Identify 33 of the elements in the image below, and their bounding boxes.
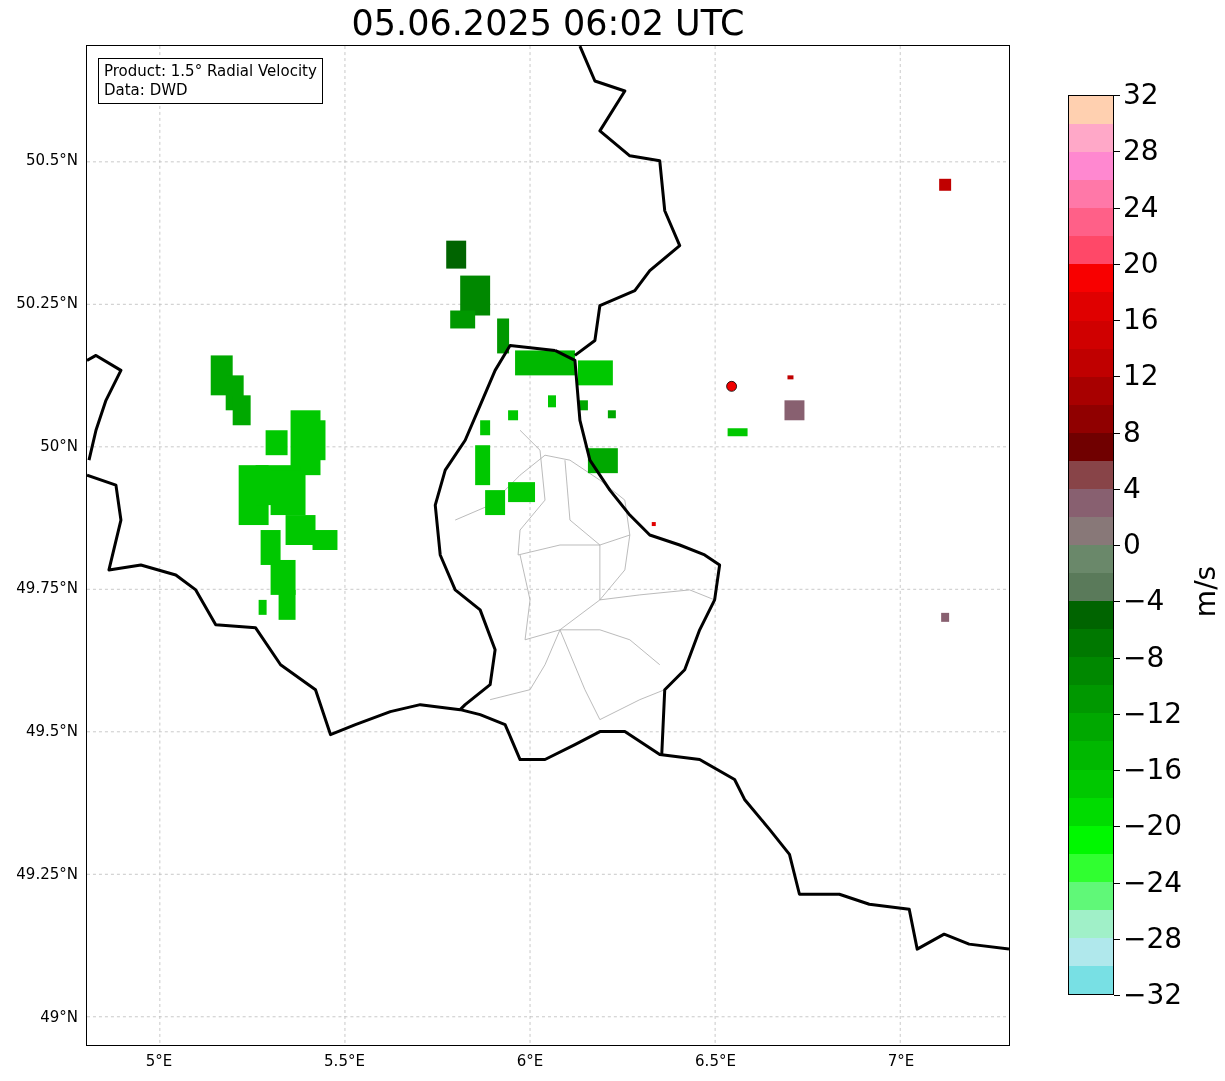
longitude-label: 6.5°E <box>695 1052 736 1070</box>
colorbar-tick-label: −4 <box>1123 584 1165 619</box>
colorbar-tick-label: −28 <box>1123 921 1183 956</box>
latitude-label: 49.75°N <box>16 579 78 598</box>
colorbar-tick-label: −32 <box>1123 978 1183 1012</box>
colorbar-tick-label: −16 <box>1123 753 1183 787</box>
longitude-label: 7°E <box>887 1052 915 1070</box>
colorbar-tick-label: 28 <box>1123 134 1159 169</box>
chart-title: 05.06.2025 06:02 UTC <box>351 2 745 43</box>
colorbar-tick-label: 12 <box>1123 359 1159 394</box>
colorbar-tick-label: −12 <box>1123 696 1183 731</box>
colorbar-tick-label: 0 <box>1123 528 1141 562</box>
colorbar-tick-label: 32 <box>1123 78 1159 112</box>
unit-label: m/s <box>1189 565 1223 618</box>
colorbar-tick-label: −20 <box>1123 809 1183 844</box>
latitude-label: 49.25°N <box>16 865 78 883</box>
colorbar-tick-label: 16 <box>1123 303 1159 337</box>
latitude-label: 49.5°N <box>25 722 78 741</box>
colorbar-tick-label: −8 <box>1123 640 1165 675</box>
longitude-label: 5.5°E <box>324 1052 365 1070</box>
colorbar-tick-label: 4 <box>1123 471 1141 506</box>
latitude-label: 49°N <box>40 1007 78 1026</box>
colorbar-tick-label: 20 <box>1123 246 1159 281</box>
latitude-label: 50.5°N <box>25 151 78 169</box>
longitude-label: 6°E <box>516 1052 544 1070</box>
longitude-label: 5°E <box>145 1052 173 1070</box>
colorbar-tick-label: 8 <box>1123 415 1141 450</box>
latitude-label: 50.25°N <box>16 293 78 312</box>
colorbar-tick-label: 24 <box>1123 190 1159 225</box>
legend-text: Product: 1.5° Radial Velocity <box>104 62 317 81</box>
latitude-label: 50°N <box>40 436 78 455</box>
legend-text: Data: DWD <box>104 81 189 100</box>
colorbar-tick-label: −24 <box>1123 865 1183 900</box>
